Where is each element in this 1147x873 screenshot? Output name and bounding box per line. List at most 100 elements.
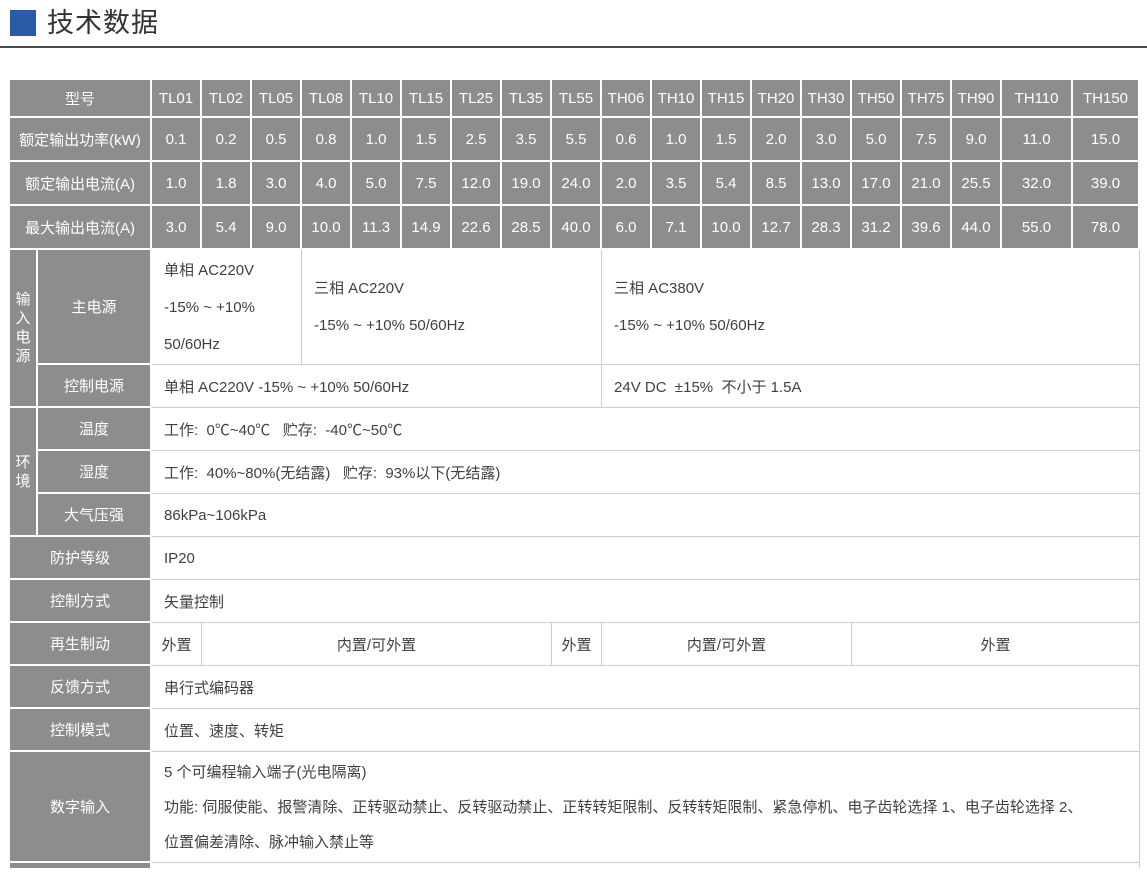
spec-value-cell: 7.5: [402, 162, 452, 206]
spec-value-cell: 5.4: [202, 206, 252, 250]
spec-label-cell: 最大输出电流(A): [10, 206, 152, 250]
control-power-cell: 单相 AC220V -15% ~ +10% 50/60Hz: [152, 365, 602, 408]
simple-row: 防护等级IP20: [10, 537, 1140, 580]
spec-value-cell: 0.2: [202, 118, 252, 162]
page-title: 技术数据: [47, 9, 159, 37]
model-header-cell: TH10: [652, 80, 702, 118]
spec-value-cell: 4.0: [302, 162, 352, 206]
model-header-cell: TH20: [752, 80, 802, 118]
environment-group-label: 环境: [10, 408, 38, 537]
digital-input-cell: 5 个可编程输入端子(光电隔离)功能: 伺服使能、报警清除、正转驱动禁止、反转驱…: [152, 752, 1140, 863]
spec-value-cell: 1.0: [152, 162, 202, 206]
spec-value-cell: 8.5: [752, 162, 802, 206]
title-marker-square: [10, 10, 36, 36]
environment-row: 湿度工作: 40%~80%(无结露) 贮存: 93%以下(无结露): [10, 451, 1140, 494]
spec-value-cell: 21.0: [902, 162, 952, 206]
technical-data-table: 型号TL01TL02TL05TL08TL10TL15TL25TL35TL55TH…: [10, 80, 1140, 868]
spec-value-cell: 0.6: [602, 118, 652, 162]
spec-value-cell: 10.0: [702, 206, 752, 250]
spec-label-cell: 额定输出功率(kW): [10, 118, 152, 162]
spec-value-cell: 0.1: [152, 118, 202, 162]
environment-row: 大气压强86kPa~106kPa: [10, 494, 1140, 537]
simple-row-label: 控制方式: [10, 580, 152, 623]
spec-value-cell: 1.0: [652, 118, 702, 162]
spec-value-cell: 22.6: [452, 206, 502, 250]
simple-row-label: 控制模式: [10, 709, 152, 752]
spec-value-cell: 32.0: [1002, 162, 1073, 206]
spec-value-cell: 28.3: [802, 206, 852, 250]
control-power-row: 控制电源单相 AC220V -15% ~ +10% 50/60Hz24V DC …: [10, 365, 1140, 408]
main-power-cell: 单相 AC220V-15% ~ +10%50/60Hz: [152, 250, 302, 365]
simple-row-label: 防护等级: [10, 537, 152, 580]
spec-value-cell: 55.0: [1002, 206, 1073, 250]
spec-value-cell: 24.0: [552, 162, 602, 206]
simple-row-value: 位置、速度、转矩: [152, 709, 1140, 752]
model-header-cell: TH15: [702, 80, 752, 118]
spec-value-cell: 7.1: [652, 206, 702, 250]
environment-value-cell: 86kPa~106kPa: [152, 494, 1140, 537]
spec-value-cell: 39.6: [902, 206, 952, 250]
environment-label-cell: 温度: [38, 408, 152, 451]
environment-label-cell: 大气压强: [38, 494, 152, 537]
model-header-cell: TH50: [852, 80, 902, 118]
spec-value-cell: 7.5: [902, 118, 952, 162]
simple-row: 控制模式位置、速度、转矩: [10, 709, 1140, 752]
spec-value-cell: 28.5: [502, 206, 552, 250]
model-header-cell: TL01: [152, 80, 202, 118]
model-header-cell: TH75: [902, 80, 952, 118]
spec-value-cell: 1.5: [702, 118, 752, 162]
spec-value-cell: 11.3: [352, 206, 402, 250]
simple-row: 反馈方式串行式编码器: [10, 666, 1140, 709]
spec-value-cell: 5.5: [552, 118, 602, 162]
main-power-row: 输入电源主电源单相 AC220V-15% ~ +10%50/60Hz三相 AC2…: [10, 250, 1140, 365]
spec-label-cell: 额定输出电流(A): [10, 162, 152, 206]
spec-row: 最大输出电流(A)3.05.49.010.011.314.922.628.540…: [10, 206, 1140, 250]
model-header-cell: TL55: [552, 80, 602, 118]
spec-value-cell: 31.2: [852, 206, 902, 250]
environment-row: 环境温度工作: 0℃~40℃ 贮存: -40℃~50℃: [10, 408, 1140, 451]
model-header-cell: TL08: [302, 80, 352, 118]
environment-value-cell: 工作: 0℃~40℃ 贮存: -40℃~50℃: [152, 408, 1140, 451]
spec-value-cell: 5.0: [352, 162, 402, 206]
model-header-cell: TL15: [402, 80, 452, 118]
simple-row-value: IP20: [152, 537, 1140, 580]
control-power-cell: 24V DC ±15% 不小于 1.5A: [602, 365, 1140, 408]
simple-row-value: 串行式编码器: [152, 666, 1140, 709]
main-power-label: 主电源: [38, 250, 152, 365]
spec-value-cell: 0.5: [252, 118, 302, 162]
spec-value-cell: 5.4: [702, 162, 752, 206]
spec-value-cell: 9.0: [952, 118, 1002, 162]
simple-row: 控制方式矢量控制: [10, 580, 1140, 623]
main-power-cell: 三相 AC380V-15% ~ +10% 50/60Hz: [602, 250, 1140, 365]
spec-value-cell: 14.9: [402, 206, 452, 250]
digital-input-label: 数字输入: [10, 752, 152, 863]
model-header-cell: TH150: [1073, 80, 1140, 118]
regen-brake-cell: 外置: [852, 623, 1140, 666]
spec-row: 额定输出功率(kW)0.10.20.50.81.01.52.53.55.50.6…: [10, 118, 1140, 162]
model-row-label: 型号: [10, 80, 152, 118]
spec-value-cell: 5.0: [852, 118, 902, 162]
spec-value-cell: 25.5: [952, 162, 1002, 206]
spec-value-cell: 39.0: [1073, 162, 1140, 206]
spec-value-cell: 3.5: [502, 118, 552, 162]
spec-value-cell: 0.8: [302, 118, 352, 162]
environment-value-cell: 工作: 40%~80%(无结露) 贮存: 93%以下(无结露): [152, 451, 1140, 494]
regen-brake-cell: 内置/可外置: [602, 623, 852, 666]
spec-value-cell: 1.0: [352, 118, 402, 162]
section-title-bar: 技术数据: [0, 0, 1147, 48]
spec-value-cell: 10.0: [302, 206, 352, 250]
spec-value-cell: 3.0: [152, 206, 202, 250]
main-power-cell: 三相 AC220V-15% ~ +10% 50/60Hz: [302, 250, 602, 365]
cutoff-row: [10, 863, 1140, 868]
spec-value-cell: 11.0: [1002, 118, 1073, 162]
spec-value-cell: 2.0: [602, 162, 652, 206]
spec-row: 额定输出电流(A)1.01.83.04.05.07.512.019.024.02…: [10, 162, 1140, 206]
spec-value-cell: 19.0: [502, 162, 552, 206]
spec-value-cell: 13.0: [802, 162, 852, 206]
spec-value-cell: 3.0: [252, 162, 302, 206]
spec-value-cell: 78.0: [1073, 206, 1140, 250]
cutoff-label-cell: [10, 863, 152, 868]
input-power-group-label: 输入电源: [10, 250, 38, 408]
control-power-label: 控制电源: [38, 365, 152, 408]
spec-value-cell: 3.5: [652, 162, 702, 206]
